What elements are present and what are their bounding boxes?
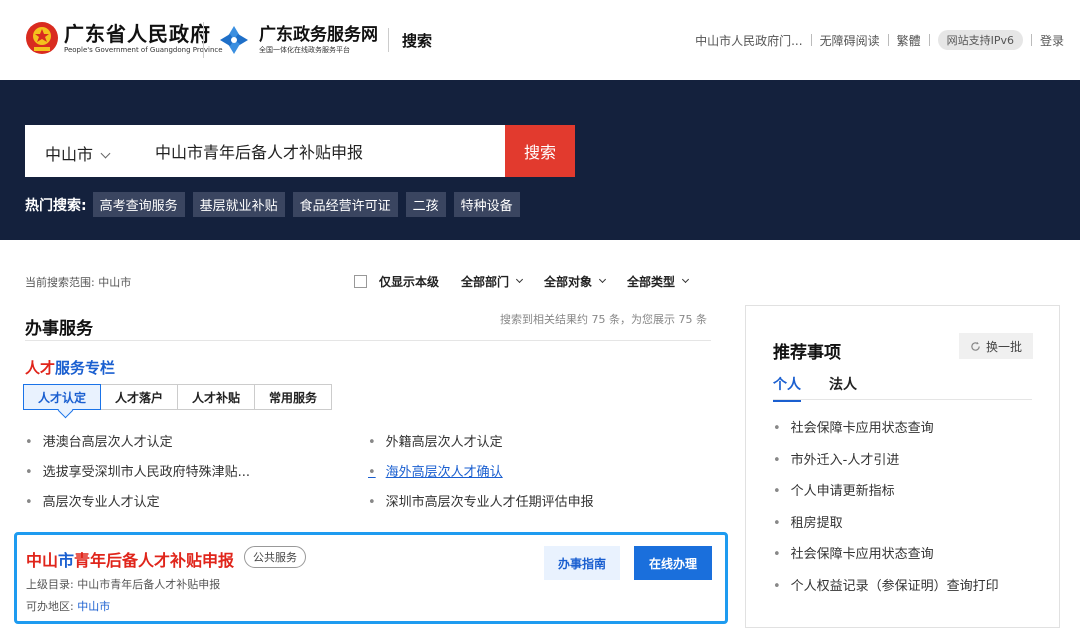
local-only-label[interactable]: 仅显示本级: [379, 273, 439, 290]
recommended-panel: 推荐事项 换一批 个人 法人 社会保障卡应用状态查询 市外迁入-人才引进 个人申…: [745, 305, 1060, 628]
service-network-name: 广东政务服务网: [259, 25, 378, 45]
recommended-tabs: 个人 法人: [773, 374, 885, 402]
tab-common-services[interactable]: 常用服务: [254, 384, 333, 410]
department-filter-label: 全部部门: [461, 275, 510, 289]
list-item[interactable]: 选拔享受深圳市人民政府特殊津贴...: [25, 464, 250, 494]
tab-talent-recognition[interactable]: 人才认定: [23, 384, 102, 410]
gov-name: 广东省人民政府: [64, 22, 211, 46]
result-region-link[interactable]: 中山市: [77, 600, 110, 613]
recommended-title: 推荐事项: [773, 343, 841, 363]
hot-tag[interactable]: 食品经营许可证: [292, 192, 398, 217]
divider: [25, 340, 711, 341]
hot-searches: 热门搜索: 高考查询服务 基层就业补贴 食品经营许可证 二孩 特种设备: [25, 192, 528, 217]
result-count: 搜索到相关结果约 75 条，为您展示 75 条: [500, 313, 707, 326]
talent-column-title: 人才服务专栏: [25, 357, 115, 378]
service-guide-button[interactable]: 办事指南: [544, 546, 620, 580]
apply-online-button[interactable]: 在线办理: [634, 546, 712, 580]
result-card: 中山市青年后备人才补贴申报 公共服务 上级目录: 中山市青年后备人才补贴申报 可…: [14, 532, 728, 624]
city-select[interactable]: 中山市: [45, 141, 111, 165]
target-filter[interactable]: 全部对象: [544, 273, 607, 290]
top-header: 广东省人民政府 People's Government of Guangdong…: [0, 0, 1080, 80]
list-item[interactable]: 海外高层次人才确认: [368, 464, 594, 494]
list-item[interactable]: 个人申请更新指标: [773, 483, 999, 515]
tab-personal[interactable]: 个人: [773, 374, 801, 402]
filter-bar: 仅显示本级 全部部门 全部对象 全部类型: [354, 273, 710, 290]
tab-talent-settlement[interactable]: 人才落户: [100, 384, 179, 410]
city-select-value: 中山市: [45, 145, 94, 164]
target-filter-label: 全部对象: [544, 275, 593, 289]
talent-title-red: 人才: [25, 359, 56, 377]
service-network-subtitle: 全国一体化在线政务服务平台: [259, 46, 350, 54]
list-item[interactable]: 社会保障卡应用状态查询: [773, 420, 999, 452]
hot-tag[interactable]: 高考查询服务: [92, 192, 185, 217]
search-banner: 中山市 搜索 热门搜索: 高考查询服务 基层就业补贴 食品经营许可证 二孩 特种…: [0, 80, 1080, 240]
list-item[interactable]: 港澳台高层次人才认定: [25, 434, 250, 464]
divider: [203, 22, 204, 58]
search-input[interactable]: [155, 135, 495, 167]
result-region-label: 可办地区:: [26, 600, 78, 613]
top-links: 中山市人民政府门... 无障碍阅读 繁體 网站支持IPv6 登录: [687, 30, 1072, 50]
refresh-button[interactable]: 换一批: [959, 333, 1033, 359]
national-emblem-icon: [26, 22, 58, 54]
refresh-icon: [971, 341, 980, 351]
list-item[interactable]: 高层次专业人才认定: [25, 494, 250, 524]
search-box: 中山市: [25, 125, 505, 177]
refresh-label: 换一批: [985, 339, 1022, 354]
login-link[interactable]: 登录: [1032, 32, 1072, 49]
talent-list-right: 外籍高层次人才认定 海外高层次人才确认 深圳市高层次专业人才任期评估申报: [368, 434, 594, 524]
chevron-down-icon: [682, 275, 690, 284]
talent-tabs: 人才认定 人才落户 人才补贴 常用服务: [23, 384, 333, 410]
result-parent-directory: 上级目录: 中山市青年后备人才补贴申报: [26, 578, 221, 591]
service-network-logo-icon: [220, 26, 248, 54]
ipv6-badge: 网站支持IPv6: [937, 30, 1023, 50]
type-filter[interactable]: 全部类型: [627, 273, 690, 290]
link-zhongshan-gov[interactable]: 中山市人民政府门...: [687, 32, 810, 49]
talent-list-left: 港澳台高层次人才认定 选拔享受深圳市人民政府特殊津贴... 高层次专业人才认定: [25, 434, 250, 524]
list-item[interactable]: 租房提取: [773, 515, 999, 547]
hot-tag[interactable]: 特种设备: [453, 192, 520, 217]
list-item[interactable]: 社会保障卡应用状态查询: [773, 546, 999, 578]
type-filter-label: 全部类型: [627, 275, 676, 289]
local-only-checkbox[interactable]: [354, 275, 367, 288]
divider: [388, 28, 389, 52]
search-button[interactable]: 搜索: [505, 125, 575, 177]
result-region: 可办地区: 中山市: [26, 598, 110, 614]
tab-talent-subsidy[interactable]: 人才补贴: [177, 384, 256, 410]
hot-search-label: 热门搜索:: [25, 197, 87, 214]
department-filter[interactable]: 全部部门: [461, 273, 524, 290]
service-type-badge: 公共服务: [244, 546, 306, 568]
list-item[interactable]: 市外迁入-人才引进: [773, 452, 999, 484]
result-title[interactable]: 中山市青年后备人才补贴申报: [26, 547, 234, 571]
list-item[interactable]: 深圳市高层次专业人才任期评估申报: [368, 494, 594, 524]
list-item[interactable]: 个人权益记录（参保证明）查询打印: [773, 578, 999, 610]
list-item[interactable]: 外籍高层次人才认定: [368, 434, 594, 464]
result-title-part: 中山: [26, 551, 59, 570]
page-title: 搜索: [402, 32, 433, 50]
search-scope: 当前搜索范围: 中山市: [25, 276, 132, 289]
result-title-part: 市: [58, 551, 75, 570]
section-title: 办事服务: [25, 319, 93, 339]
gov-english-name: People's Government of Guangdong Provinc…: [64, 46, 223, 54]
hot-tag[interactable]: 基层就业补贴: [192, 192, 285, 217]
divider: [928, 34, 930, 46]
chevron-down-icon: [599, 275, 607, 284]
tab-legal-entity[interactable]: 法人: [829, 374, 857, 402]
result-title-part: 青年后备人才补贴申报: [74, 551, 235, 570]
chevron-down-icon: [100, 148, 111, 159]
divider: [773, 399, 1032, 400]
talent-title-blue: 服务专栏: [55, 359, 116, 377]
recommended-list: 社会保障卡应用状态查询 市外迁入-人才引进 个人申请更新指标 租房提取 社会保障…: [773, 420, 999, 609]
link-traditional-chinese[interactable]: 繁體: [889, 32, 929, 49]
hot-tag[interactable]: 二孩: [405, 192, 446, 217]
link-accessibility[interactable]: 无障碍阅读: [812, 32, 888, 49]
chevron-down-icon: [515, 275, 524, 284]
